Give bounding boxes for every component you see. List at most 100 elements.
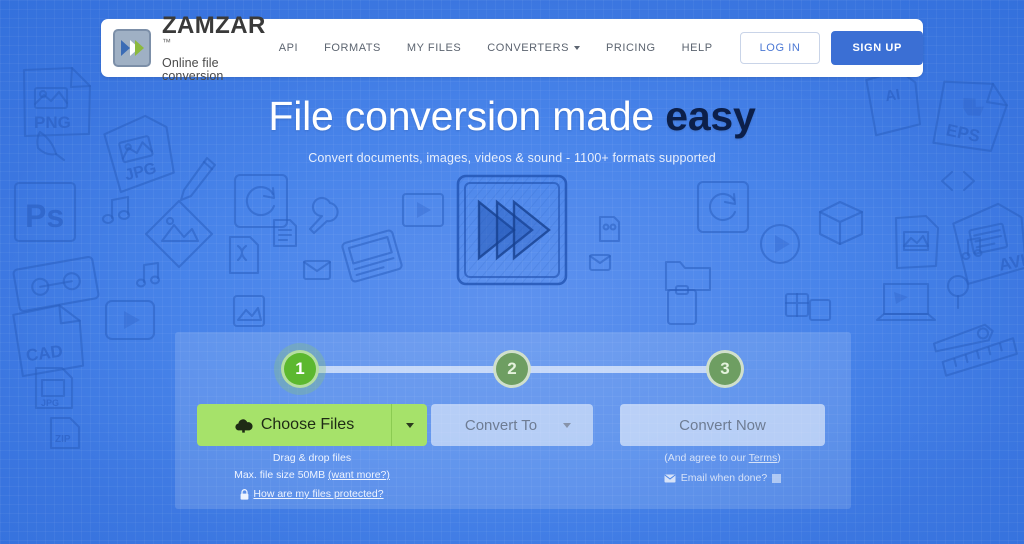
doodle-avi-file-icon: AVI	[952, 202, 1024, 285]
site-header: ZAMZAR™ Online file conversion API FORMA…	[101, 13, 923, 82]
action-button-row: Choose Files Convert To Convert Now	[175, 404, 851, 446]
doodle-film-icon	[401, 192, 445, 228]
nav-api-label: API	[278, 42, 299, 54]
doodle-photo-file-icon	[894, 214, 940, 270]
doodle-picture-icon	[232, 294, 266, 328]
doodle-refresh-icon	[233, 173, 289, 229]
doodle-code-icon	[940, 170, 976, 192]
chevron-down-icon	[573, 46, 580, 50]
convert-to-label: Convert To	[464, 416, 538, 434]
nav-my-files-label: MY FILES	[406, 42, 462, 54]
headline-bold: easy	[665, 93, 756, 139]
nav-pricing-label: PRICING	[605, 42, 656, 54]
nav-api[interactable]: API	[279, 42, 298, 54]
email-when-done-label: Email when done?	[680, 472, 768, 484]
email-when-done-row: Email when done?	[620, 470, 825, 487]
doodle-laptop-icon	[875, 282, 937, 322]
doodle-clipboard-icon	[666, 284, 698, 326]
max-size-row: Max. file size 50MB (want more?)	[197, 467, 427, 484]
doodle-ruler-pen-icon	[932, 323, 1018, 377]
doodle-gift-boxes-icon	[784, 292, 832, 322]
nav-help-label: HELP	[681, 42, 713, 54]
doodle-search-icon	[946, 274, 970, 310]
convert-to-dropdown[interactable]: Convert To	[431, 404, 593, 446]
caret-down-icon	[563, 423, 571, 428]
double-chevron-logo-icon	[113, 29, 151, 67]
nav-converters-label: CONVERTERS	[487, 42, 569, 54]
doodle-device-icon	[341, 229, 403, 283]
choose-files-button[interactable]: Choose Files	[197, 404, 427, 446]
choose-files-dropdown-toggle[interactable]	[391, 404, 427, 446]
nav-pricing[interactable]: PRICING	[606, 42, 656, 54]
doodle-archive-icon: ZIP	[49, 416, 81, 450]
nav-formats-label: FORMATS	[324, 42, 381, 54]
step-2-indicator[interactable]: 2	[493, 350, 531, 388]
brand-tagline: Online file conversion	[162, 56, 224, 83]
doodle-mini-file-icon	[598, 215, 621, 243]
step-progress-indicator: 1 2 3	[175, 332, 851, 402]
agree-prefix: (And agree to our	[664, 452, 749, 464]
nav-my-files[interactable]: MY FILES	[407, 42, 461, 54]
svg-text:ZIP: ZIP	[55, 434, 71, 445]
svg-text:Ps: Ps	[25, 198, 64, 234]
page-title: File conversion made easy	[0, 93, 1024, 140]
doodle-cassette-tape-icon	[12, 255, 100, 313]
conversion-widget: 1 2 3 Choose Files Convert To Convert No…	[175, 332, 851, 509]
doodle-attachment-file-icon	[228, 235, 260, 275]
login-button[interactable]: LOG IN	[739, 32, 821, 64]
doodle-mini-music-icon	[961, 236, 983, 261]
main-navigation: API FORMATS MY FILES CONVERTERS PRICING …	[266, 31, 934, 65]
doodle-play-circle-icon	[759, 223, 801, 265]
doodle-diamond-image-icon	[144, 199, 214, 269]
doodle-music-note-icon	[101, 195, 131, 225]
svg-text:JPG: JPG	[41, 398, 59, 408]
doodle-image-file-icon: JPG	[34, 366, 74, 410]
convert-notes: (And agree to our Terms) Email when done…	[620, 450, 825, 487]
page-root: PNG JPG Ps CAD JPG EPS AVI AI ZIP ZAMZAR…	[0, 0, 1024, 544]
files-protected-row: How are my files protected?	[197, 486, 427, 503]
upload-notes: Drag & drop files Max. file size 50MB (w…	[197, 450, 427, 503]
headline-normal: File conversion made	[268, 93, 666, 139]
brand-text: ZAMZAR™ Online file conversion	[162, 11, 266, 83]
fast-forward-play-sketch-icon	[456, 174, 568, 286]
signup-button[interactable]: SIGN UP	[831, 31, 923, 65]
choose-files-main[interactable]: Choose Files	[197, 404, 391, 446]
doodle-3d-box-icon	[818, 200, 864, 246]
convert-now-button[interactable]: Convert Now	[620, 404, 825, 446]
max-size-text: Max. file size 50MB	[234, 469, 329, 481]
agree-suffix: )	[777, 452, 781, 464]
doodle-refresh-icon	[696, 180, 750, 234]
doodle-folder-icon	[664, 260, 712, 292]
lock-icon	[241, 489, 249, 500]
doodle-mini-envelope-icon	[588, 253, 612, 272]
email-when-done-checkbox[interactable]	[772, 474, 782, 483]
cloud-upload-icon	[235, 418, 253, 433]
doodle-video-play-icon	[104, 299, 156, 341]
files-protected-link[interactable]: How are my files protected?	[253, 486, 383, 503]
doodle-small-document-icon	[272, 218, 298, 248]
doodle-cad-file-icon: CAD	[12, 304, 85, 378]
doodle-wrench-icon	[308, 196, 339, 235]
step-1-indicator[interactable]: 1	[281, 350, 319, 388]
terms-link[interactable]: Terms	[749, 452, 778, 464]
nav-converters[interactable]: CONVERTERS	[487, 42, 580, 54]
step-3-indicator[interactable]: 3	[706, 350, 744, 388]
svg-text:AVI: AVI	[997, 251, 1024, 275]
nav-help[interactable]: HELP	[682, 42, 713, 54]
brand-name: ZAMZAR	[162, 11, 266, 39]
caret-down-icon	[405, 422, 414, 428]
svg-text:CAD: CAD	[25, 341, 64, 365]
doodle-music-note-icon	[135, 261, 161, 288]
envelope-icon	[664, 474, 676, 483]
hero-subtitle: Convert documents, images, videos & soun…	[308, 151, 716, 166]
doodle-photoshop-icon: Ps	[13, 181, 77, 243]
hero-section: File conversion made easy Convert docume…	[0, 93, 1024, 165]
want-more-link[interactable]: (want more?)	[328, 469, 390, 481]
drag-drop-text: Drag & drop files	[272, 452, 352, 464]
convert-now-label: Convert Now	[679, 416, 766, 434]
terms-row: (And agree to our Terms)	[620, 450, 825, 467]
brand-logo[interactable]: ZAMZAR™ Online file conversion	[113, 11, 266, 83]
nav-formats[interactable]: FORMATS	[324, 42, 381, 54]
choose-files-label: Choose Files	[260, 416, 355, 433]
doodle-envelope-icon	[302, 259, 332, 281]
